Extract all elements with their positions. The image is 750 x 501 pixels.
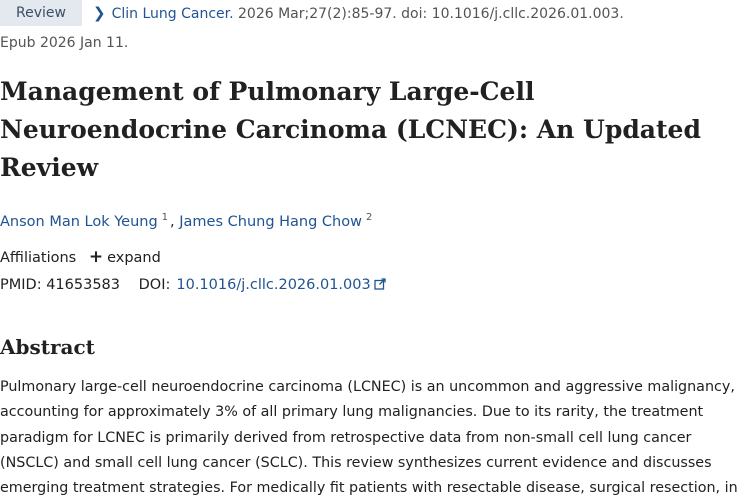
article-type-badge: Review (0, 0, 82, 26)
affiliation-ref[interactable]: 2 (366, 212, 372, 223)
abstract-heading: Abstract (0, 335, 95, 359)
title-line: Review (0, 153, 99, 182)
pmid-label: PMID: (0, 277, 42, 293)
journal-link[interactable]: Clin Lung Cancer. (112, 6, 234, 22)
abstract-line: paradigm for LCNEC is primarily derived … (0, 429, 692, 446)
abstract-line: accounting for approximately 3% of all p… (0, 404, 704, 421)
doi-label: DOI: (138, 277, 171, 293)
title-line: Neuroendocrine Carcinoma (LCNEC): An Upd… (0, 115, 701, 144)
expand-label: expand (107, 250, 161, 266)
external-link-icon (374, 278, 386, 290)
expand-affiliations-button[interactable]: + expand (88, 247, 161, 267)
abstract-line: Pulmonary large-cell neuroendocrine carc… (0, 379, 735, 395)
epub-date: Epub 2026 Jan 11. (0, 35, 129, 51)
pmid-value: 41653583 (46, 277, 121, 293)
abstract-line: emerging treatment strategies. For medic… (0, 480, 738, 497)
abstract-line: (NSCLC) and small cell lung cancer (SCLC… (0, 454, 712, 471)
abstract-text: Pulmonary large-cell neuroendocrine carc… (0, 375, 750, 501)
doi-value: 10.1016/j.cllc.2026.01.003 (176, 277, 371, 293)
affiliation-ref[interactable]: 1 (162, 212, 168, 223)
author-separator: , (170, 213, 175, 230)
article-title: Management of Pulmonary Large-Cell Neuro… (0, 73, 745, 187)
author-list: Anson Man Lok Yeung 1, James Chung Hang C… (0, 208, 374, 232)
author-link[interactable]: James Chung Hang Chow (179, 214, 362, 230)
author-link[interactable]: Anson Man Lok Yeung (0, 214, 158, 230)
identifiers-row: PMID: 41653583 DOI: 10.1016/j.cllc.2026.0… (0, 275, 386, 295)
affiliations-row: Affiliations + expand (0, 247, 161, 268)
chevron-right-icon[interactable]: ❯ (93, 4, 106, 22)
title-line: Management of Pulmonary Large-Cell (0, 77, 535, 106)
citation-line: ❯ Clin Lung Cancer. 2026 Mar;27(2):85-97.… (93, 4, 624, 23)
plus-icon: + (88, 247, 104, 267)
affiliations-label: Affiliations (0, 250, 77, 266)
doi-link[interactable]: 10.1016/j.cllc.2026.01.003 (176, 277, 386, 293)
citation-details: 2026 Mar;27(2):85-97. doi: 10.1016/j.cll… (238, 6, 624, 22)
